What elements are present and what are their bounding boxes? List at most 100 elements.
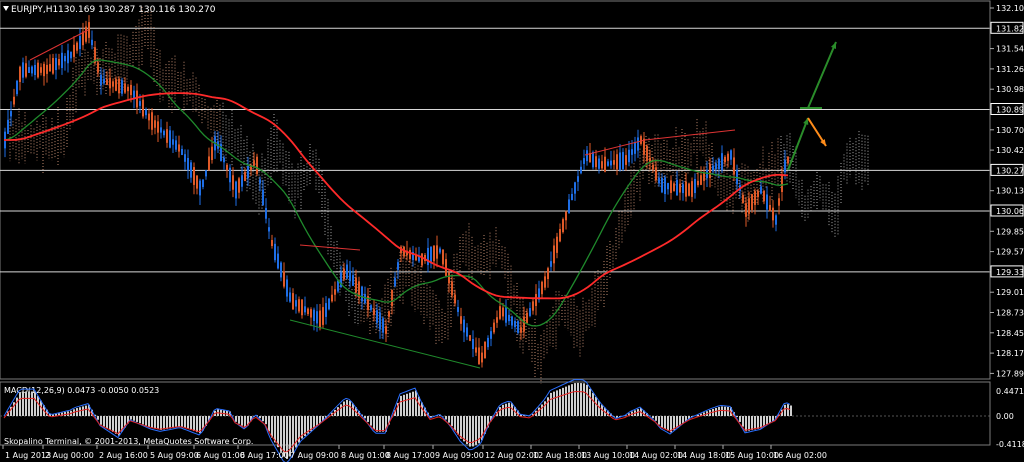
- macd-bar: [727, 406, 729, 416]
- price-tick-label: 130.897: [996, 106, 1024, 115]
- candle-body: [517, 321, 519, 333]
- candle-body: [61, 52, 63, 69]
- candle-body: [457, 307, 459, 312]
- candle-body: [499, 306, 501, 319]
- candle-body: [121, 80, 123, 94]
- candle-body: [277, 253, 279, 269]
- candle-body: [478, 347, 480, 365]
- macd-tick-label: 0.00: [996, 412, 1014, 421]
- candle-body: [199, 180, 201, 196]
- candle-body: [298, 299, 300, 312]
- macd-bar: [454, 416, 456, 431]
- macd-bar: [499, 407, 501, 416]
- candle-body: [571, 193, 573, 201]
- macd-bar: [718, 407, 720, 416]
- candle-body: [703, 173, 705, 181]
- macd-bar: [193, 416, 195, 432]
- candle-body: [205, 170, 207, 177]
- candle-body: [475, 347, 477, 353]
- time-tick-label: 15 Aug 10:00: [725, 451, 779, 460]
- candle-body: [280, 262, 282, 278]
- time-tick-label: 8 Aug 17:00: [386, 451, 435, 460]
- price-chart[interactable]: EURJPY,H1 130.169 130.287 130.116 130.27…: [0, 0, 1024, 462]
- macd-bar: [367, 416, 369, 422]
- macd-bar: [460, 416, 462, 439]
- symbol-label: EURJPY,H1: [11, 5, 58, 15]
- candle-body: [112, 81, 114, 87]
- candle-body: [715, 163, 717, 170]
- candle-body: [430, 246, 432, 264]
- candle-body: [25, 63, 27, 77]
- ichimoku-cloud: [9, 6, 869, 384]
- candles: [4, 15, 789, 368]
- time-tick-label: 12 Aug 02:00: [485, 451, 539, 460]
- candle-body: [328, 298, 330, 310]
- macd-bar: [508, 402, 510, 416]
- candle-body: [454, 294, 456, 304]
- candle-body: [496, 317, 498, 323]
- candle-body: [694, 178, 696, 194]
- candle-body: [151, 112, 153, 130]
- macd-bar: [445, 416, 447, 420]
- time-tick-label: 7 Aug 09:00: [290, 451, 339, 460]
- macd-bar: [346, 399, 348, 416]
- candle-body: [307, 308, 309, 315]
- candle-body: [313, 309, 315, 322]
- candle-body: [628, 149, 630, 163]
- candle-body: [154, 120, 156, 128]
- candle-body: [343, 268, 345, 280]
- candle-body: [712, 165, 714, 172]
- candle-body: [268, 227, 270, 232]
- price-tick-label: 131.260: [996, 65, 1024, 74]
- macd-bar: [100, 416, 102, 425]
- macd-bar: [271, 416, 273, 438]
- macd-bar: [196, 416, 198, 433]
- macd-bar: [742, 416, 744, 427]
- macd-bar: [343, 401, 345, 416]
- candle-body: [310, 309, 312, 318]
- candle-body: [661, 178, 663, 193]
- macd-bar: [448, 416, 450, 423]
- price-tick-label: 129.855: [996, 227, 1024, 236]
- candle-body: [679, 183, 681, 193]
- macd-bar: [415, 390, 417, 416]
- candle-body: [784, 159, 786, 173]
- macd-bar: [409, 392, 411, 416]
- candle-body: [583, 158, 585, 164]
- candle-body: [409, 249, 411, 260]
- candle-body: [763, 190, 765, 202]
- candle-body: [523, 316, 525, 332]
- price-tick-label: 128.170: [996, 349, 1024, 358]
- candle-body: [316, 311, 318, 324]
- macd-bar: [97, 416, 99, 420]
- candle-body: [637, 137, 639, 151]
- macd-bar: [241, 416, 243, 426]
- candle-body: [427, 247, 429, 266]
- macd-bar: [349, 400, 351, 416]
- candle-body: [82, 31, 84, 46]
- candle-body: [43, 63, 45, 77]
- candle-body: [580, 166, 582, 174]
- macd-bar: [571, 384, 573, 416]
- candle-body: [631, 149, 633, 155]
- candle-body: [541, 281, 543, 295]
- macd-bar: [412, 391, 414, 416]
- candle-body: [100, 74, 102, 86]
- candle-body: [352, 275, 354, 286]
- candle-body: [730, 150, 732, 160]
- candle-body: [607, 161, 609, 166]
- candle-body: [124, 83, 126, 93]
- candle-body: [286, 279, 288, 297]
- macd-bar: [505, 403, 507, 416]
- price-tick-label: 130.270: [996, 166, 1024, 175]
- price-tick-label: 128.450: [996, 329, 1024, 338]
- candle-body: [295, 300, 297, 307]
- macd-bar: [568, 385, 570, 416]
- candle-body: [301, 299, 303, 316]
- macd-axis: 0.4471 0.00 -0.4118: [989, 382, 1024, 449]
- price-tick-label: 129.337: [996, 268, 1024, 277]
- candle-body: [724, 156, 726, 163]
- candle-body: [241, 175, 243, 187]
- candle-body: [622, 152, 624, 170]
- time-tick-label: 14 Aug 02:00: [629, 451, 683, 460]
